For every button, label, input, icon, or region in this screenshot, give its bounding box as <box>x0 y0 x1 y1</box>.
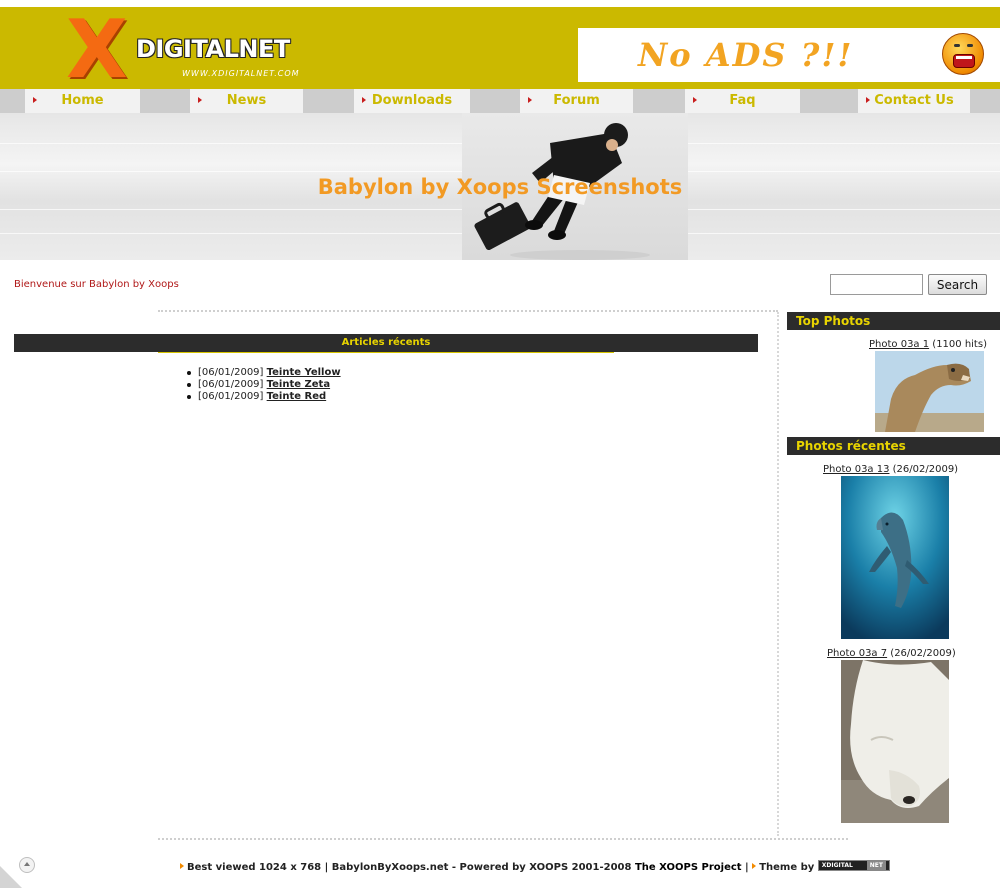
site-logo[interactable]: X DIGITALNET WWW.XDIGITALNET.COM <box>66 3 316 96</box>
block-title: Articles récents <box>341 337 431 348</box>
top-line <box>0 0 1000 7</box>
block-title: Photos récentes <box>796 439 906 453</box>
nav-item-label: Faq <box>729 93 756 108</box>
photo-meta: (26/02/2009) <box>887 648 956 659</box>
article-date: [06/01/2009] <box>198 391 264 402</box>
block-title: Top Photos <box>796 314 871 328</box>
nav-item-label: News <box>226 93 267 108</box>
footer-site-link[interactable]: BabylonByXoops.net <box>332 862 449 873</box>
list-item: [06/01/2009] Teinte Red <box>186 391 341 403</box>
shouting-smiley-icon <box>942 33 984 75</box>
article-link[interactable]: Teinte Yellow <box>267 367 341 378</box>
article-date: [06/01/2009] <box>198 379 264 390</box>
logo-url: WWW.XDIGITALNET.COM <box>182 69 300 78</box>
arrow-right-icon <box>180 863 184 869</box>
camel-photo-thumbnail[interactable] <box>875 351 984 432</box>
nav-item-downloads[interactable]: Downloads <box>354 89 470 113</box>
site-header: X DIGITALNET WWW.XDIGITALNET.COM No ADS … <box>0 3 1000 96</box>
list-item: [06/01/2009] Teinte Zeta <box>186 379 341 391</box>
photo-meta: (26/02/2009) <box>889 464 959 475</box>
photo-caption: Photo 03a 7 (26/02/2009) <box>827 648 956 659</box>
recent-articles-list: [06/01/2009] Teinte Yellow [06/01/2009] … <box>186 367 341 403</box>
nav-item-news[interactable]: News <box>190 89 303 113</box>
photo-caption: Photo 03a 13 (26/02/2009) <box>823 464 958 475</box>
ad-banner[interactable]: No ADS ?!! <box>578 28 1000 82</box>
nav-item-label: Forum <box>553 93 600 108</box>
nav-item-forum[interactable]: Forum <box>520 89 633 113</box>
smiley-eye <box>954 44 960 47</box>
hero-banner: Babylon by Xoops Screenshots <box>0 113 1000 260</box>
dolphin-photo-thumbnail[interactable] <box>841 476 949 639</box>
banner-title: Babylon by Xoops Screenshots <box>317 175 683 199</box>
divider <box>158 352 614 353</box>
smiley-eye <box>967 44 973 47</box>
site-footer: Best viewed 1024 x 768 | BabylonByXoops.… <box>180 860 890 873</box>
badge-text: XDIGITAL <box>821 862 853 869</box>
xoops-project-link[interactable]: The XOOPS Project <box>635 862 742 873</box>
arrow-right-icon <box>752 863 757 869</box>
search-input[interactable] <box>830 274 923 295</box>
article-date: [06/01/2009] <box>198 367 264 378</box>
top-photos-header: Top Photos <box>787 312 1000 330</box>
polar-bear-photo-thumbnail[interactable] <box>841 660 949 823</box>
nav-item-label: Home <box>61 93 104 108</box>
smiley-mouth <box>953 54 975 68</box>
nav-item-faq[interactable]: Faq <box>685 89 800 113</box>
nav-item-contact-us[interactable]: Contact Us <box>858 89 970 113</box>
photo-caption: Photo 03a 1 (1100 hits) <box>869 339 987 350</box>
search-button[interactable]: Search <box>928 274 987 295</box>
footer-separator: | <box>324 862 329 873</box>
nav-item-label: Contact Us <box>874 93 954 108</box>
logo-mark: X <box>66 3 128 96</box>
logo-name: DIGITALNET <box>136 35 290 63</box>
ad-text: No ADS ?!! <box>638 36 854 74</box>
photo-link[interactable]: Photo 03a 1 <box>869 339 929 350</box>
article-link[interactable]: Teinte Zeta <box>267 379 330 390</box>
badge-text: NET <box>866 861 886 870</box>
corner-decoration <box>0 866 22 888</box>
footer-powered: - Powered by XOOPS 2001-2008 <box>451 862 632 873</box>
photo-meta: (1100 hits) <box>929 339 987 350</box>
list-item: [06/01/2009] Teinte Yellow <box>186 367 341 379</box>
photo-link[interactable]: Photo 03a 7 <box>827 648 887 659</box>
recent-photos-header: Photos récentes <box>787 437 1000 455</box>
nav-item-home[interactable]: Home <box>25 89 140 113</box>
divider <box>158 310 778 312</box>
divider <box>777 312 779 836</box>
footer-separator: | <box>745 862 749 873</box>
footer-best-viewed: Best viewed 1024 x 768 <box>187 862 322 873</box>
nav-item-label: Downloads <box>371 93 453 108</box>
recent-articles-header: Articles récents <box>14 334 758 352</box>
photo-link[interactable]: Photo 03a 13 <box>823 464 889 475</box>
welcome-text: Bienvenue sur Babylon by Xoops <box>14 279 179 290</box>
footer-theme-by: Theme by <box>759 862 815 873</box>
theme-author-badge[interactable]: XDIGITAL NET <box>817 860 890 871</box>
article-link[interactable]: Teinte Red <box>267 391 327 402</box>
divider <box>158 838 848 840</box>
main-nav: Home News Downloads Forum Faq Contact Us <box>0 89 1000 113</box>
